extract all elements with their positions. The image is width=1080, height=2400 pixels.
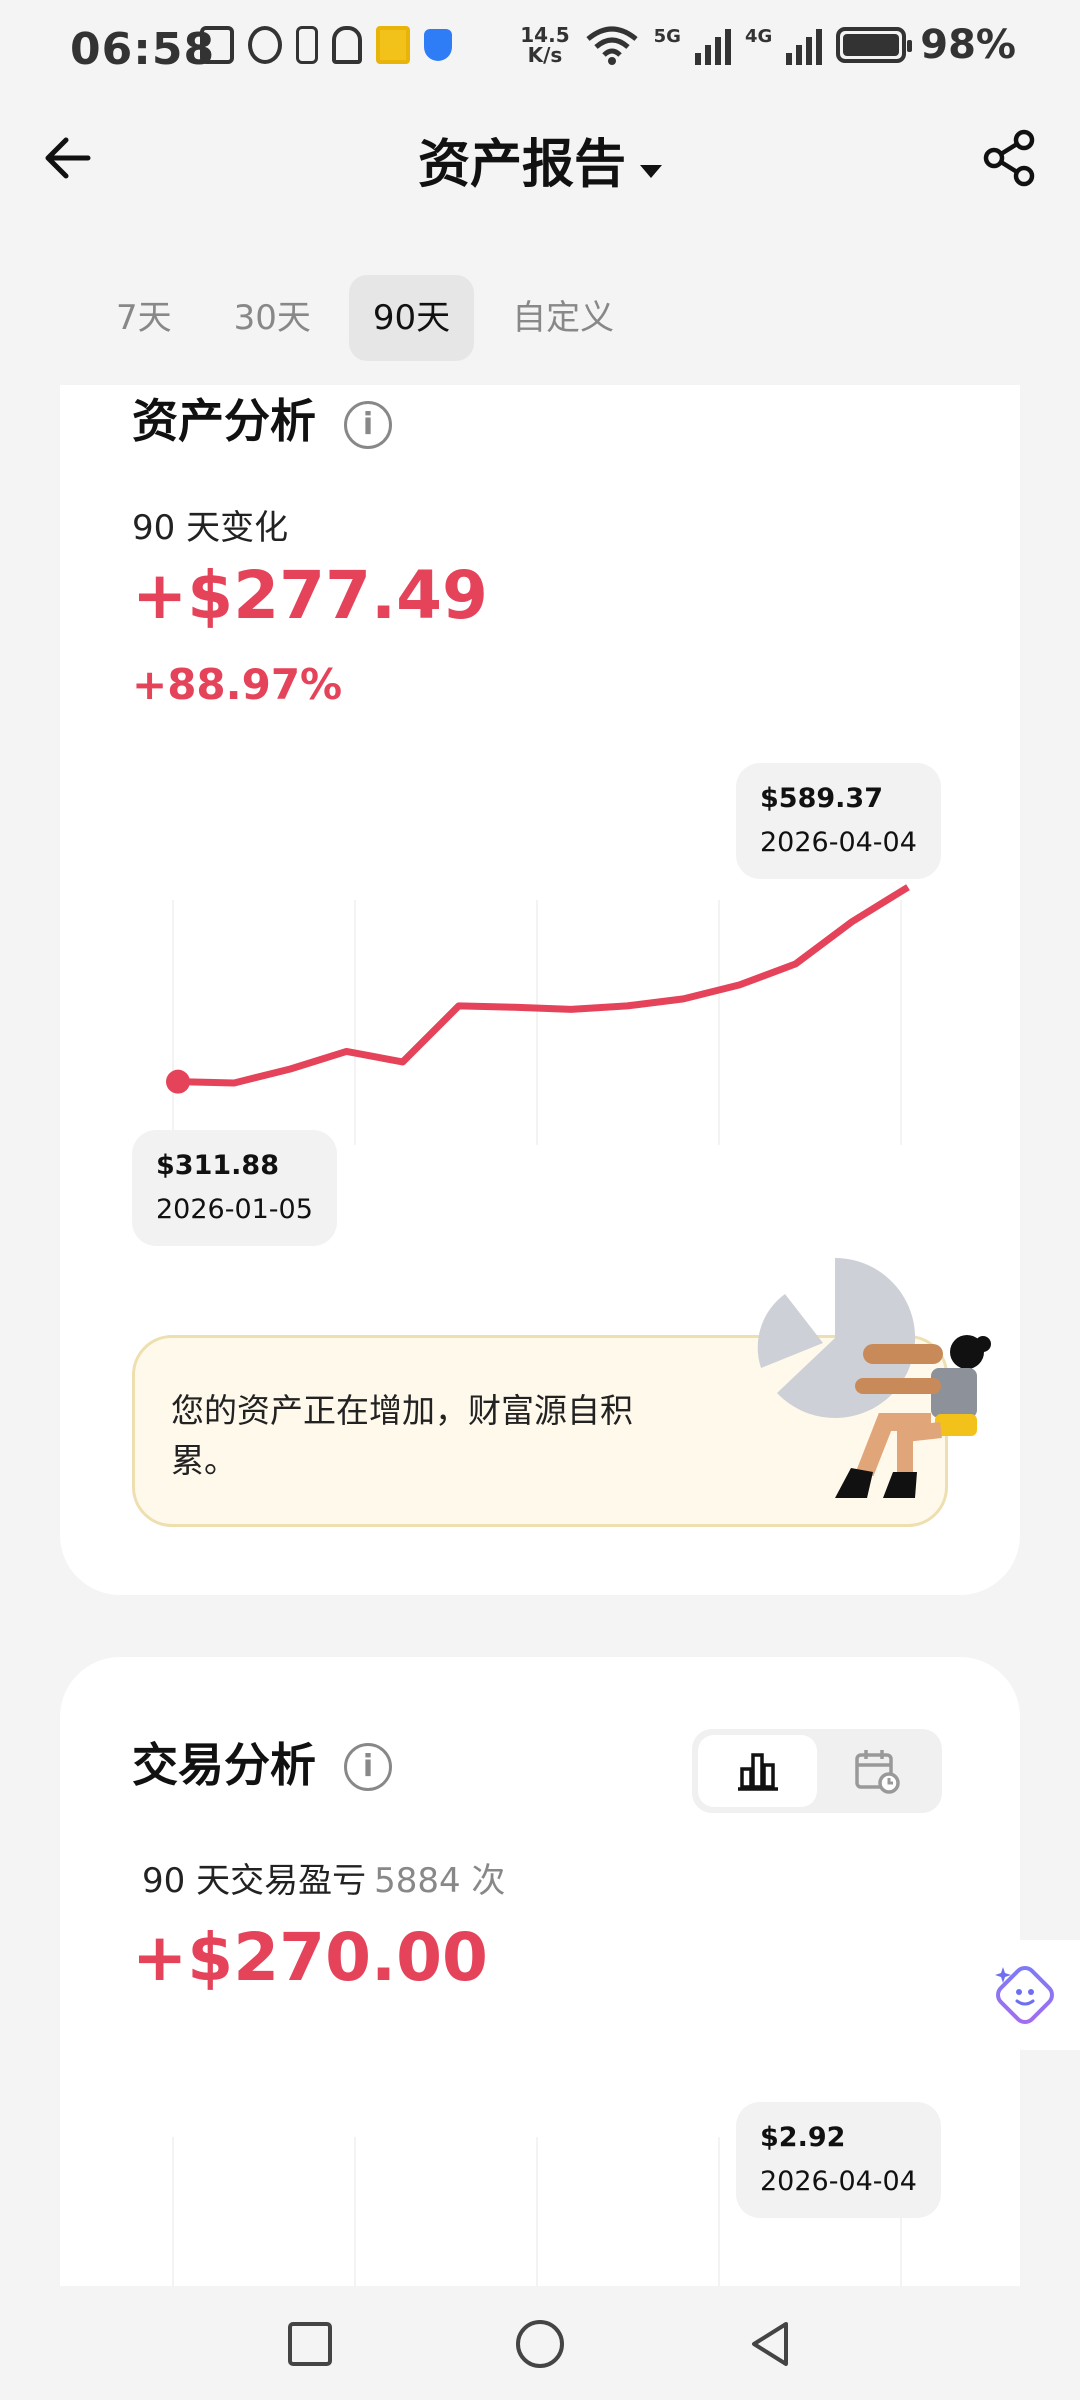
bar-chart-toggle[interactable] (698, 1735, 817, 1807)
wifi-icon (586, 26, 638, 65)
status-bar: 06:58 14.5 K/s 5G 4G 98% (0, 0, 1080, 100)
bar-chart-icon (737, 1753, 778, 1791)
asset-change-percent: +88.97% (132, 660, 343, 709)
insight-text: 您的资产正在增加，财富源自积累。 (171, 1391, 633, 1480)
asset-change-value: +$277.49 (132, 557, 488, 634)
person-with-pie-chart-illustration (757, 1258, 991, 1498)
triangle-back-icon[interactable] (742, 2316, 798, 2372)
battery-icon (836, 27, 913, 63)
chart-type-toggle (692, 1729, 942, 1813)
4g-label: 4G (744, 26, 773, 47)
start-tooltip: $311.88 2026-01-05 (132, 1130, 337, 1246)
asset-analysis-title: 资产分析 (132, 394, 316, 448)
trade-analysis-title: 交易分析 (132, 1738, 316, 1792)
asset-analysis-card: 资产分析 i 90 天变化 +$277.49 +88.97% $589.37 2… (60, 385, 1020, 1595)
trade-tooltip-date: 2026-04-04 (760, 2166, 917, 2197)
system-nav-bar (0, 2286, 1080, 2400)
start-tooltip-value: $311.88 (156, 1150, 279, 1181)
trade-pnl-value: +$270.00 (132, 1919, 488, 1996)
trade-tooltip-value: $2.92 (760, 2122, 846, 2153)
square-icon[interactable] (282, 2316, 338, 2372)
alarm-icon (248, 26, 282, 64)
start-tooltip-date: 2026-01-05 (156, 1194, 313, 1225)
period-tabs: 7天 30天 90天 自定义 (92, 275, 638, 361)
page-title: 资产报告 (417, 135, 626, 195)
bluetooth-icon (296, 26, 318, 64)
title-dropdown[interactable]: 资产报告 (0, 122, 1080, 197)
smiley-assistant-icon (995, 1966, 1054, 2024)
asset-point (166, 1069, 190, 1094)
shield-icon (424, 29, 452, 61)
status-notification-icons (200, 26, 452, 64)
signal-4g-icon (786, 25, 823, 65)
trade-period-label: 90 天交易盈亏 5884 次 (142, 1853, 505, 1902)
assistant-button[interactable] (970, 1940, 1080, 2050)
app-notification-icon (376, 26, 410, 64)
trade-tooltip: $2.92 2026-04-04 (736, 2102, 941, 2218)
net-speed-value: 14.5 (520, 23, 570, 47)
tab-custom[interactable]: 自定义 (488, 275, 638, 361)
end-tooltip-value: $589.37 (760, 783, 883, 814)
nfc-icon (200, 26, 234, 64)
asset-period-label: 90 天变化 (132, 508, 289, 548)
insight-banner: 您的资产正在增加，财富源自积累。 (132, 1258, 991, 1527)
status-system-icons: 14.5 K/s 5G 4G 98% (520, 22, 1016, 68)
circle-icon[interactable] (512, 2316, 568, 2372)
end-tooltip-date: 2026-04-04 (760, 827, 917, 858)
calendar-clock-icon (854, 1750, 900, 1794)
tab-7-days[interactable]: 7天 (92, 275, 196, 361)
signal-5g-icon (694, 25, 731, 65)
battery-percent: 98% (920, 22, 1016, 68)
calendar-toggle[interactable] (817, 1735, 936, 1807)
info-icon[interactable]: i (344, 1743, 392, 1791)
asset-series-line (177, 884, 910, 1087)
caret-down-icon (640, 165, 662, 178)
info-icon[interactable]: i (344, 401, 392, 449)
net-speed-unit: K/s (527, 43, 563, 67)
trade-count: 5884 次 (374, 1861, 506, 1901)
end-tooltip: $589.37 2026-04-04 (736, 763, 941, 879)
app-header: 资产报告 (0, 100, 1080, 210)
5g-label: 5G (653, 26, 681, 47)
tab-30-days[interactable]: 30天 (210, 275, 335, 361)
tab-90-days[interactable]: 90天 (348, 275, 475, 361)
share-icon[interactable] (980, 128, 1040, 188)
net-speed: 14.5 K/s (520, 25, 569, 65)
status-time: 06:58 (70, 24, 216, 75)
trade-period-text: 90 天交易盈亏 (142, 1861, 367, 1901)
mute-bell-icon (332, 26, 362, 64)
